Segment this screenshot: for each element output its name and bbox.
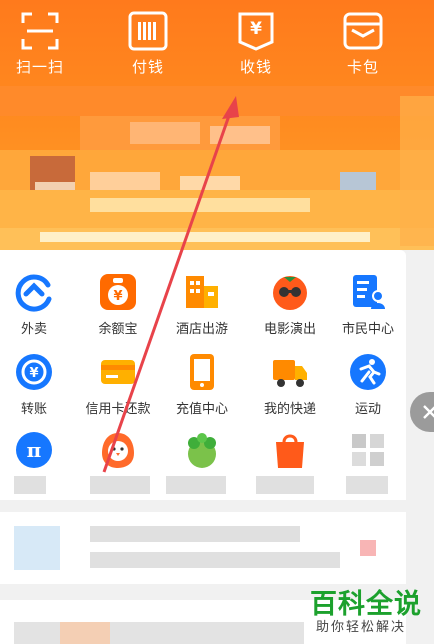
watermark-logo: 百科全说 助你轻松解决 [304,582,432,644]
service-credit-card[interactable]: 信用卡还款 [78,352,158,417]
blurred-label [346,476,388,494]
chick-icon [102,433,134,468]
watermark-subtitle: 助你轻松解决 [316,620,407,635]
svg-text:¥: ¥ [250,19,262,39]
blurred-banner [0,86,434,250]
hotel-icon [186,276,218,308]
service-farm[interactable] [162,430,242,470]
transfer-icon: ¥ [16,354,52,390]
service-pi[interactable]: π [0,430,74,470]
service-movie[interactable]: 电影演出 [250,272,330,337]
phone-recharge-icon [190,354,214,390]
farm-icon [188,433,216,468]
receive-money-button[interactable]: ¥ 收钱 [216,10,296,77]
service-sport-label: 运动 [354,402,381,417]
svg-text:¥: ¥ [113,289,122,304]
info-card[interactable] [0,512,406,584]
barcode-icon [128,11,168,51]
blurred-text [90,526,300,542]
blurred-label [90,476,150,494]
close-tab-button[interactable] [410,392,434,432]
delivery-truck-icon [273,360,307,387]
card-wallet-label: 卡包 [346,58,379,76]
card-wallet-button[interactable]: 卡包 [323,10,403,77]
top-action-bar: 扫一扫 付钱 ¥ 收钱 卡包 [0,0,434,86]
pay-label: 付钱 [131,58,164,76]
service-transfer[interactable]: ¥ 转账 [0,352,74,417]
blurred-label [256,476,314,494]
service-citizen-center[interactable]: 市民中心 [328,272,408,337]
service-hotel[interactable]: 酒店出游 [162,272,242,337]
service-chick[interactable] [78,430,158,470]
credit-card-icon [101,360,135,384]
yuebao-icon: ¥ [100,274,136,310]
service-more[interactable] [328,430,408,470]
service-takeout-label: 外卖 [20,322,47,337]
svg-text:¥: ¥ [29,366,38,381]
service-hotel-label: 酒店出游 [175,322,228,337]
more-icon [352,434,384,466]
service-credit-card-label: 信用卡还款 [85,402,151,417]
close-icon [423,405,434,419]
service-recharge[interactable]: 充值中心 [162,352,242,417]
blurred-label [166,476,226,494]
blurred-text [60,622,110,644]
takeout-icon [15,274,52,312]
pi-icon: π [16,432,52,468]
service-shopping[interactable] [250,430,330,470]
blurred-thumbnail [14,526,60,570]
blurred-label [14,476,46,494]
service-transfer-label: 转账 [20,402,47,417]
service-recharge-label: 充值中心 [175,402,228,417]
movie-icon [273,276,307,310]
scan-icon [21,12,59,50]
service-yuebao[interactable]: ¥ 余额宝 [78,272,158,337]
scan-button[interactable]: 扫一扫 [0,10,80,77]
svg-text:π: π [27,438,42,462]
services-grid: 外卖 ¥ 余额宝 酒店出游 电影演出 市民中心 ¥ 转账 信用卡还款 充值中心 … [0,250,406,500]
shopping-bag-icon [276,434,304,468]
blurred-text [90,552,340,568]
service-delivery-label: 我的快递 [263,402,316,417]
receive-money-label: 收钱 [239,58,272,76]
service-citizen-center-label: 市民中心 [341,322,394,337]
service-movie-label: 电影演出 [263,322,316,337]
blurred-badge [360,540,376,556]
service-delivery[interactable]: 我的快递 [250,352,330,417]
service-sport[interactable]: 运动 [328,352,408,417]
sport-icon [350,354,386,390]
blurred-text [14,622,304,644]
yuan-receipt-icon: ¥ [238,12,274,51]
pay-button[interactable]: 付钱 [108,10,188,77]
service-yuebao-label: 余额宝 [98,322,138,337]
scan-label: 扫一扫 [15,58,64,76]
card-wallet-icon [343,12,383,50]
service-takeout[interactable]: 外卖 [0,272,74,337]
citizen-center-icon [353,275,385,309]
home-header: 扫一扫 付钱 ¥ 收钱 卡包 [0,0,434,250]
